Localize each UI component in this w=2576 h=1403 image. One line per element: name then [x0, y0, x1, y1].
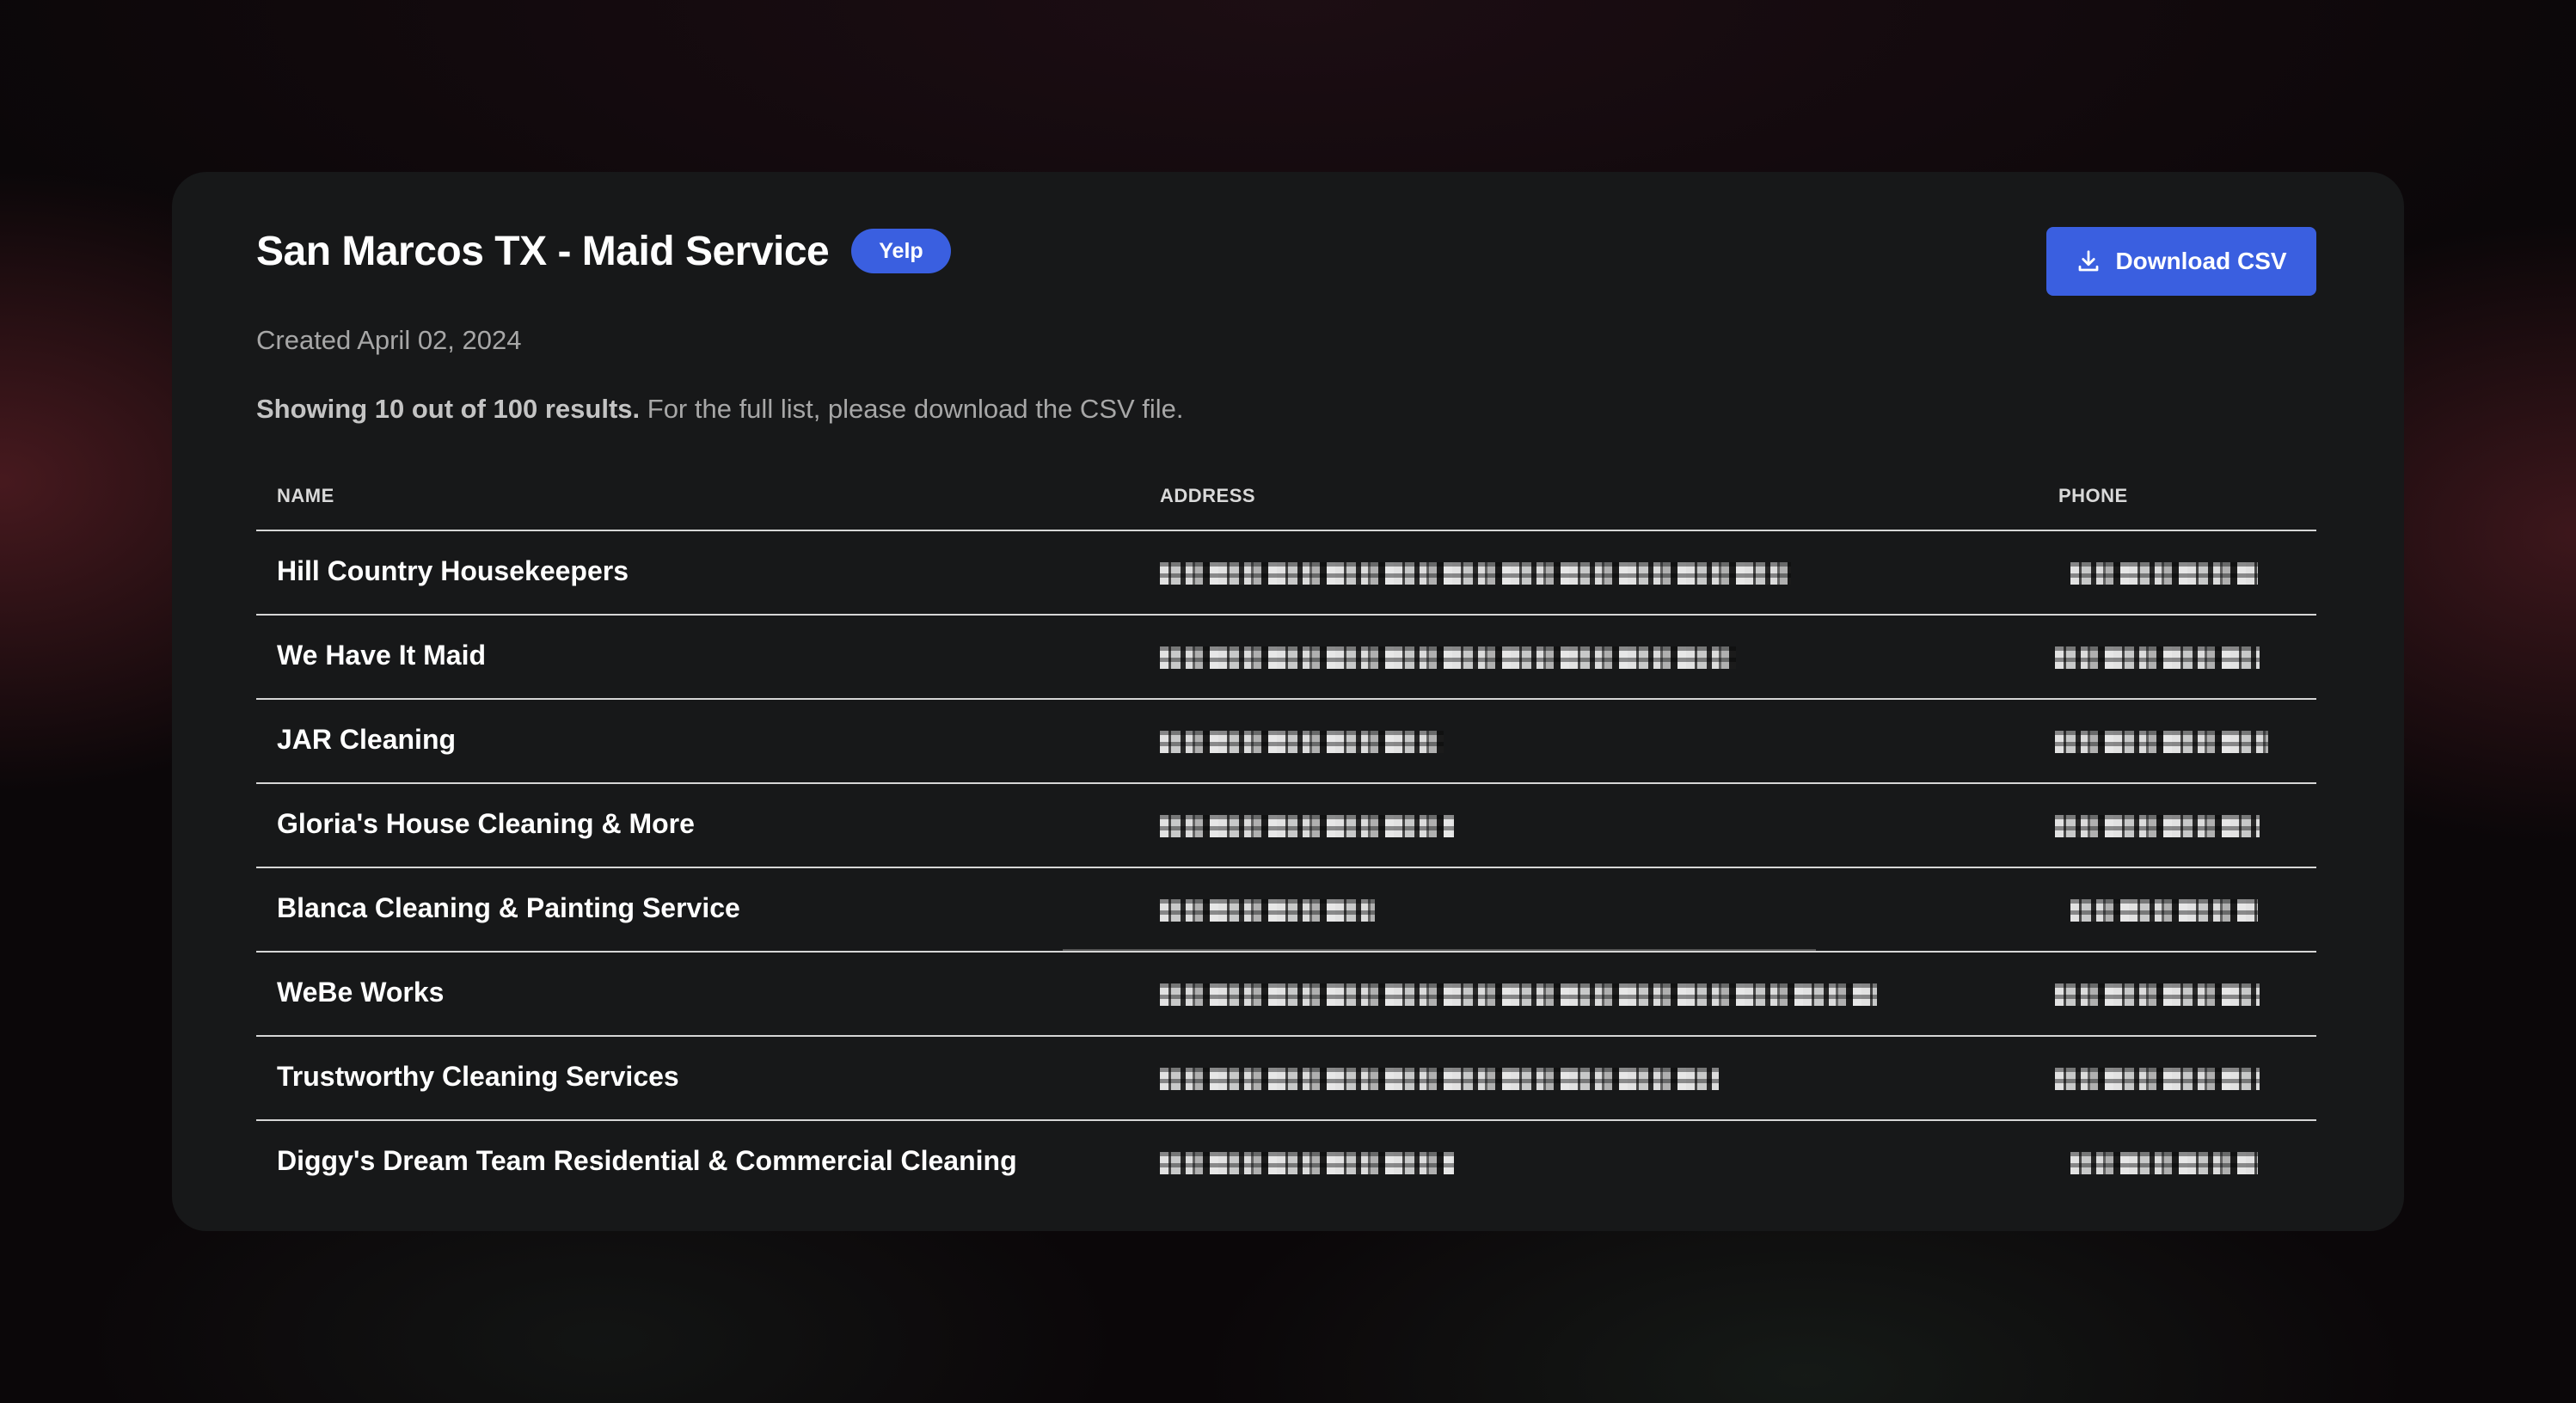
redacted-phone	[2070, 1152, 2258, 1174]
business-name: Gloria's House Cleaning & More	[277, 808, 695, 839]
table-row: Diggy's Dream Team Residential & Commerc…	[256, 1121, 2316, 1204]
results-table: NAME ADDRESS PHONE Hill Country Housekee…	[256, 464, 2316, 1204]
redacted-address	[1160, 646, 1736, 669]
table-row: WeBe Works	[256, 953, 2316, 1037]
header-phone: PHONE	[2058, 485, 2128, 506]
redacted-address	[1160, 983, 1877, 1006]
results-summary: Showing 10 out of 100 results. For the f…	[256, 394, 1184, 425]
redacted-address	[1160, 562, 1791, 585]
table-row: Hill Country Housekeepers	[256, 531, 2316, 616]
redacted-address	[1160, 731, 1444, 753]
redacted-phone	[2055, 1068, 2260, 1090]
download-csv-button[interactable]: Download CSV	[2046, 227, 2316, 296]
business-name: We Have It Maid	[277, 640, 487, 671]
dataset-card: San Marcos TX - Maid Service Yelp Downlo…	[172, 172, 2404, 1231]
download-icon	[2076, 248, 2101, 274]
redacted-address	[1160, 815, 1454, 837]
header-name: NAME	[277, 485, 334, 506]
business-name: Diggy's Dream Team Residential & Commerc…	[277, 1145, 1017, 1176]
page-title: San Marcos TX - Maid Service	[256, 228, 830, 274]
download-csv-label: Download CSV	[2115, 248, 2287, 274]
redacted-phone	[2070, 899, 2258, 922]
redacted-phone	[2055, 731, 2268, 753]
business-name: JAR Cleaning	[277, 724, 457, 755]
divider	[1063, 949, 1816, 951]
business-name: Trustworthy Cleaning Services	[277, 1061, 679, 1092]
header-address: ADDRESS	[1160, 485, 1256, 506]
redacted-phone	[2070, 562, 2258, 585]
title-row: San Marcos TX - Maid Service Yelp	[256, 217, 951, 285]
redacted-address	[1160, 1068, 1719, 1090]
table-row: Blanca Cleaning & Painting Service	[256, 868, 2316, 953]
redacted-phone	[2055, 646, 2260, 669]
table-row: We Have It Maid	[256, 616, 2316, 700]
results-count: Showing 10 out of 100 results.	[256, 394, 641, 424]
table-row: Trustworthy Cleaning Services	[256, 1037, 2316, 1121]
source-badge: Yelp	[851, 229, 951, 273]
redacted-address	[1160, 1152, 1454, 1174]
business-name: WeBe Works	[277, 977, 445, 1008]
created-date: Created April 02, 2024	[256, 325, 522, 355]
business-name: Blanca Cleaning & Painting Service	[277, 892, 740, 923]
table-row: JAR Cleaning	[256, 700, 2316, 784]
redacted-phone	[2055, 983, 2260, 1006]
redacted-address	[1160, 899, 1375, 922]
business-name: Hill Country Housekeepers	[277, 555, 629, 586]
results-hint: For the full list, please download the C…	[640, 394, 1184, 424]
table-header: NAME ADDRESS PHONE	[256, 464, 2316, 531]
table-row: Gloria's House Cleaning & More	[256, 784, 2316, 868]
redacted-phone	[2055, 815, 2260, 837]
